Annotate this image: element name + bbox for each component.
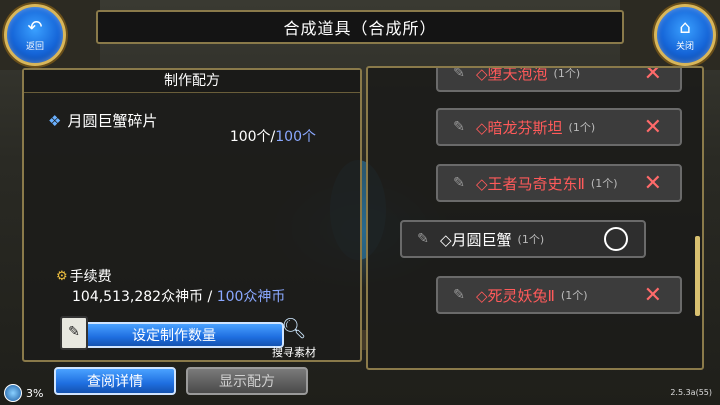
list-item-name: ◇王者马奇史东Ⅱ xyxy=(476,174,585,193)
home-icon: ⌂ xyxy=(679,16,691,38)
show-recipe-button[interactable]: 显示配方 xyxy=(186,367,308,395)
list-item[interactable]: ✎ ◇死灵妖兔Ⅱ (1个) ✕ xyxy=(436,276,682,314)
synthesis-list-panel: ✎ ◇堕天泡泡 (1个) ✕ ✎ ◇暗龙芬斯坦 (1个) ✕ ✎ ◇王者马奇史东… xyxy=(366,66,704,370)
list-item[interactable]: ✎ ◇王者马奇史东Ⅱ (1个) ✕ xyxy=(436,164,682,202)
set-quantity-button[interactable]: 设定制作数量 xyxy=(64,322,284,348)
list-item-name: ◇堕天泡泡 xyxy=(476,66,548,83)
feather-icon: ✎ xyxy=(453,119,465,135)
close-button[interactable]: ⌂ 关闭 xyxy=(654,4,716,66)
material-name: 月圆巨蟹碎片 xyxy=(67,112,158,130)
back-button-label: 返回 xyxy=(25,41,44,52)
material-count-have: 100个 xyxy=(229,129,271,145)
list-item[interactable]: ✎ ◇堕天泡泡 (1个) ✕ xyxy=(436,66,682,92)
feather-icon: ✎ xyxy=(417,231,429,247)
search-material-label: 搜寻素材 xyxy=(272,346,316,359)
fee-values: 104,513,282众神币 / 100众神币 xyxy=(72,286,285,306)
page-title-text: 合成道具（合成所） xyxy=(283,19,437,38)
material-count-need: 100个 xyxy=(275,129,316,145)
show-recipe-label: 显示配方 xyxy=(219,374,275,390)
page-title: 合成道具（合成所） xyxy=(96,10,624,44)
list-item-count: (1个) xyxy=(568,121,596,134)
close-button-label: 关闭 xyxy=(675,41,694,52)
progress-indicator: 3% xyxy=(4,384,43,402)
view-details-button[interactable]: 查阅详情 xyxy=(54,367,176,395)
material-gem-icon: ❖ xyxy=(48,111,62,130)
list-item-count: (1个) xyxy=(553,67,581,80)
fee-sep: / xyxy=(203,289,217,305)
progress-text: 3% xyxy=(26,386,44,400)
clipboard-icon: ✎ xyxy=(60,316,88,350)
search-material-button[interactable]: 🔍︎ 搜寻素材 xyxy=(256,316,332,360)
view-details-label: 查阅详情 xyxy=(87,374,143,390)
list-item-name: ◇死灵妖兔Ⅱ xyxy=(476,286,555,305)
circle-icon: ○ xyxy=(604,227,628,251)
version-label: 2.5.3a(55) xyxy=(670,388,712,397)
list-item[interactable]: ✎ ◇暗龙芬斯坦 (1个) ✕ xyxy=(436,108,682,146)
fee-have: 104,513,282众神币 xyxy=(72,289,204,305)
material-count: 100个/100个 xyxy=(230,126,316,146)
feather-icon: ✎ xyxy=(453,175,465,191)
list-item-count: (1个) xyxy=(517,233,545,246)
list-item-count: (1个) xyxy=(590,177,618,190)
magnifier-icon: 🔍︎ xyxy=(281,316,307,340)
fee-need: 100众神币 xyxy=(216,289,286,305)
cross-icon: ✕ xyxy=(643,282,662,308)
cross-icon: ✕ xyxy=(643,170,662,196)
recipe-panel: 制作配方 ❖ 月圆巨蟹碎片 100个/100个 ⚙ 手续费 104,513,28… xyxy=(22,68,362,362)
coin-icon: ⚙ xyxy=(56,268,68,284)
list-item-selected[interactable]: ✎ ◇月圆巨蟹 (1个) ○ xyxy=(400,220,646,258)
fee-label-text: 手续费 xyxy=(69,269,112,285)
back-arrow-icon: ↶ xyxy=(27,16,43,38)
feather-icon: ✎ xyxy=(453,66,465,81)
material-item: ❖ 月圆巨蟹碎片 xyxy=(48,110,157,131)
list-item-name: ◇暗龙芬斯坦 xyxy=(476,118,563,137)
cross-icon: ✕ xyxy=(643,66,662,86)
back-button[interactable]: ↶ 返回 xyxy=(4,4,66,66)
fee-label: ⚙ 手续费 xyxy=(56,266,112,286)
list-scrollbar[interactable] xyxy=(695,236,700,316)
recipe-panel-title: 制作配方 xyxy=(24,70,360,93)
cross-icon: ✕ xyxy=(643,114,662,140)
set-quantity-label: 设定制作数量 xyxy=(132,328,216,344)
list-item-count: (1个) xyxy=(560,289,588,302)
list-item-name: ◇月圆巨蟹 xyxy=(440,230,512,249)
progress-orb-icon xyxy=(4,384,22,402)
feather-icon: ✎ xyxy=(453,287,465,303)
